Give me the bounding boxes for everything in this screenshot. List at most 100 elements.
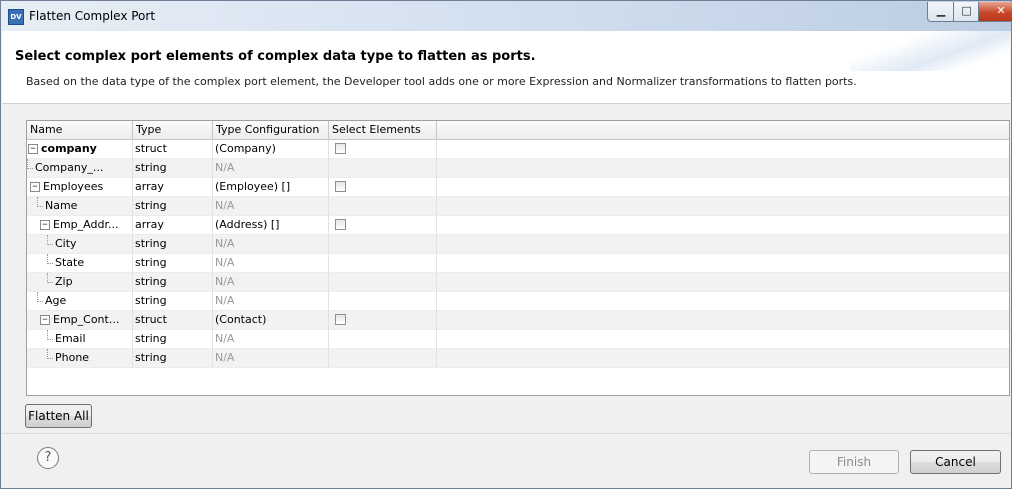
cell-select-elements [329,349,437,368]
cell-select-elements [329,216,437,235]
row-name: State [55,256,85,269]
minimize-button[interactable]: ▁ [927,2,955,22]
ports-table: Name Type Type Configuration Select Elem… [26,120,1010,396]
cell-name: Phone [27,349,133,368]
column-header-name[interactable]: Name [27,121,133,139]
row-name: Employees [43,180,104,193]
cell-name: Zip [27,273,133,292]
row-name: City [55,237,77,250]
cell-type-configuration: N/A [213,235,329,254]
table-row[interactable]: Name string N/A [27,197,1009,216]
page-title: Select complex port elements of complex … [15,49,536,64]
cell-type-configuration: N/A [213,349,329,368]
table-header: Name Type Type Configuration Select Elem… [27,121,1009,140]
cancel-button[interactable]: Cancel [910,450,1001,474]
cell-type: string [133,292,213,311]
column-header-type[interactable]: Type [133,121,213,139]
row-name: Emp_Addr... [53,218,119,231]
collapse-toggle-icon[interactable]: − [40,220,50,230]
row-name: Emp_Cont... [53,313,120,326]
cell-type: string [133,273,213,292]
cell-name: − Emp_Addr... [27,216,133,235]
table-row[interactable]: Email string N/A [27,330,1009,349]
page-description: Based on the data type of the complex po… [26,75,857,88]
window-title: Flatten Complex Port [29,9,156,23]
cell-type: string [133,330,213,349]
cell-type: struct [133,311,213,330]
flatten-all-button[interactable]: Flatten All [25,404,92,428]
table-row[interactable]: City string N/A [27,235,1009,254]
cell-type: string [133,254,213,273]
cell-type: array [133,216,213,235]
close-icon: ✕ [996,4,1006,17]
cell-name: − Employees [27,178,133,197]
row-name: Name [45,199,78,212]
cell-name: City [27,235,133,254]
dialog-window: DV Flatten Complex Port ▁ □ ✕ Select com… [0,0,1012,489]
header-decoration [850,31,1010,71]
cell-select-elements [329,140,437,159]
cell-select-elements [329,197,437,216]
cell-type-configuration: N/A [213,159,329,178]
help-icon[interactable]: ? [37,447,59,469]
collapse-toggle-icon[interactable]: − [40,315,50,325]
app-icon: DV [8,9,24,25]
select-element-checkbox[interactable] [335,219,346,230]
cell-type-configuration: N/A [213,292,329,311]
row-name: Email [55,332,86,345]
select-element-checkbox[interactable] [335,181,346,192]
collapse-toggle-icon[interactable]: − [28,144,38,154]
cell-name: Email [27,330,133,349]
select-element-checkbox[interactable] [335,314,346,325]
row-name: Zip [55,275,73,288]
cell-type: string [133,235,213,254]
cell-select-elements [329,235,437,254]
row-name: company [41,142,97,155]
table-row[interactable]: Zip string N/A [27,273,1009,292]
cell-type-configuration: N/A [213,330,329,349]
table-row[interactable]: − Emp_Cont... struct (Contact) [27,311,1009,330]
header-panel: Select complex port elements of complex … [2,31,1010,104]
title-bar: DV Flatten Complex Port ▁ □ ✕ [1,1,1012,31]
cell-type: string [133,159,213,178]
cell-select-elements [329,159,437,178]
cell-name: Company_... [27,159,133,178]
cell-name: State [27,254,133,273]
cell-type-configuration: (Contact) [213,311,329,330]
cell-name: Age [27,292,133,311]
row-name: Age [45,294,67,307]
cell-select-elements [329,273,437,292]
table-row[interactable]: − Employees array (Employee) [] [27,178,1009,197]
cell-type: struct [133,140,213,159]
maximize-icon: □ [961,4,972,17]
cell-type-configuration: N/A [213,197,329,216]
cell-select-elements [329,311,437,330]
row-name: Phone [55,351,90,364]
collapse-toggle-icon[interactable]: − [30,182,40,192]
cell-type-configuration: (Employee) [] [213,178,329,197]
table-row[interactable]: − Emp_Addr... array (Address) [] [27,216,1009,235]
select-element-checkbox[interactable] [335,143,346,154]
table-row[interactable]: State string N/A [27,254,1009,273]
table-row[interactable]: Company_... string N/A [27,159,1009,178]
close-button[interactable]: ✕ [978,2,1012,22]
column-header-type-configuration[interactable]: Type Configuration [213,121,329,139]
cell-type-configuration: (Address) [] [213,216,329,235]
finish-button[interactable]: Finish [809,450,899,474]
table-row[interactable]: − company struct (Company) [27,140,1009,159]
table-row[interactable]: Phone string N/A [27,349,1009,368]
cell-name: − company [27,140,133,159]
column-header-select-elements[interactable]: Select Elements [329,121,437,139]
table-row[interactable]: Age string N/A [27,292,1009,311]
cell-type-configuration: N/A [213,254,329,273]
cell-type-configuration: (Company) [213,140,329,159]
cell-name: Name [27,197,133,216]
cell-select-elements [329,254,437,273]
cell-type: array [133,178,213,197]
cell-type: string [133,349,213,368]
cell-select-elements [329,292,437,311]
cell-name: − Emp_Cont... [27,311,133,330]
footer-separator [2,433,1010,434]
maximize-button[interactable]: □ [953,2,980,22]
cell-type-configuration: N/A [213,273,329,292]
